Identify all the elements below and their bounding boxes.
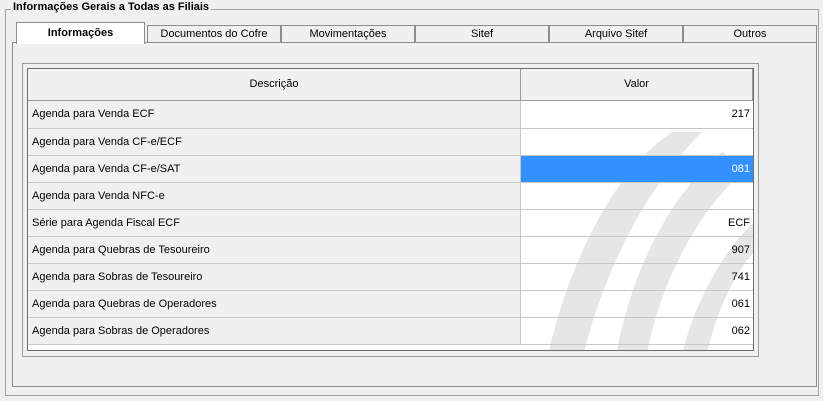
tab-documentos-do-cofre[interactable]: Documentos do Cofre (147, 25, 281, 43)
table-row[interactable]: Agenda para Quebras de Operadores 061 (28, 291, 753, 318)
groupbox-title: Informações Gerais a Todas as Filiais (11, 1, 212, 13)
tab-informacoes[interactable]: Informações (16, 22, 145, 44)
column-header-valor[interactable]: Valor (521, 69, 753, 100)
tab-strip: Informações Documentos do Cofre Moviment… (14, 22, 817, 44)
grid-header: Descrição Valor (28, 69, 753, 101)
table-row[interactable]: Agenda para Sobras de Operadores 062 (28, 318, 753, 345)
table-row[interactable]: Série para Agenda Fiscal ECF ECF (28, 210, 753, 237)
table-row[interactable]: Agenda para Venda NFC-e (28, 183, 753, 210)
row-valor[interactable]: 741 (521, 264, 753, 290)
row-valor[interactable]: 061 (521, 291, 753, 317)
table-row[interactable]: Agenda para Venda CF-e/SAT 081 (28, 156, 753, 183)
tab-movimentacoes[interactable]: Movimentações (281, 25, 415, 43)
row-descricao: Agenda para Sobras de Operadores (28, 318, 521, 344)
info-grid[interactable]: Descrição Valor Agenda para Venda ECF 21… (27, 68, 754, 351)
row-valor[interactable]: 907 (521, 237, 753, 263)
row-descricao: Agenda para Sobras de Tesoureiro (28, 264, 521, 290)
row-valor-selected[interactable]: 081 (521, 156, 753, 182)
row-valor[interactable]: ECF (521, 210, 753, 236)
row-descricao: Agenda para Venda CF-e/SAT (28, 156, 521, 182)
table-row[interactable]: Agenda para Venda CF-e/ECF (28, 129, 753, 156)
grid-body: Agenda para Venda ECF 217 Agenda para Ve… (28, 101, 753, 350)
tab-arquivo-sitef[interactable]: Arquivo Sitef (549, 25, 683, 43)
row-valor[interactable]: 062 (521, 318, 753, 344)
row-descricao: Agenda para Venda NFC-e (28, 183, 521, 209)
row-descricao: Série para Agenda Fiscal ECF (28, 210, 521, 236)
table-row[interactable]: Agenda para Quebras de Tesoureiro 907 (28, 237, 753, 264)
row-valor[interactable] (521, 183, 753, 209)
row-descricao: Agenda para Venda CF-e/ECF (28, 129, 521, 155)
tab-outros[interactable]: Outros (683, 25, 817, 43)
row-descricao: Agenda para Quebras de Operadores (28, 291, 521, 317)
table-row[interactable]: Agenda para Sobras de Tesoureiro 741 (28, 264, 753, 291)
row-descricao: Agenda para Venda ECF (28, 101, 521, 128)
column-header-descricao[interactable]: Descrição (28, 69, 521, 100)
tab-sitef[interactable]: Sitef (415, 25, 549, 43)
row-valor[interactable] (521, 129, 753, 155)
row-descricao: Agenda para Quebras de Tesoureiro (28, 237, 521, 263)
table-row[interactable]: Agenda para Venda ECF 217 (28, 101, 753, 129)
row-valor[interactable]: 217 (521, 101, 753, 128)
